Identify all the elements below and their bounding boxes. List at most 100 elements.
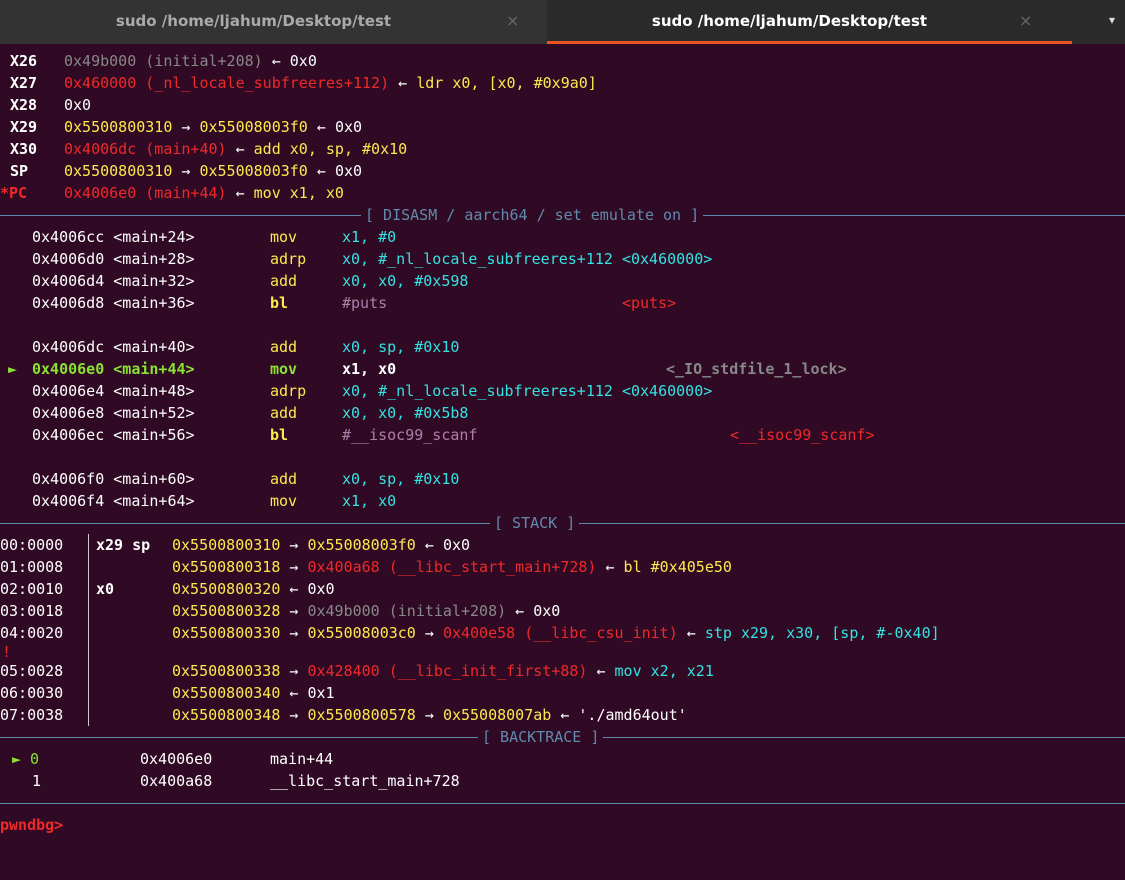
disasm-panel: 0x4006cc <main+24> mov x1, #0 0x4006d0 <mai…	[0, 226, 1125, 512]
disasm-separator: [ DISASM / aarch64 / set emulate on ]	[0, 204, 1125, 226]
instruction: add x0, sp, #0x10	[253, 140, 408, 158]
instruction-mnemonic: add	[270, 404, 298, 422]
instruction-row: 0x4006e4 <main+48> adrp x0, #_nl_locale_su…	[0, 380, 1125, 402]
tab-title: sudo /home/ljahum/Desktop/test	[651, 12, 928, 30]
arrow: →	[280, 706, 308, 724]
stack-offset: 02:0010	[0, 580, 64, 598]
backtrace-row: ► 0 0x4006e0 main+44	[0, 748, 1125, 770]
instruction-row: 0x4006dc <main+40> add x0, sp, #0x10	[0, 336, 1125, 358]
register-name: X27	[10, 74, 38, 92]
register-value: 0x4006dc (main+40) ← add x0, sp, #0x10	[64, 138, 407, 160]
instruction-address: 0x4006f0 <main+60>	[32, 470, 195, 488]
terminal-output[interactable]: X26 0x49b000 (initial+208) ← 0x0 X27 0x4…	[0, 44, 1125, 836]
line-wrap-fragment: !	[2, 643, 12, 661]
stack-row: 07:0038 0x5500800348 → 0x5500800578 → 0x5…	[0, 704, 1125, 726]
arrow: ←	[280, 684, 308, 702]
stack-offset: 04:0020	[0, 624, 64, 642]
chain-value: 0x400a68 (__libc_start_main+728)	[307, 558, 597, 576]
chain-value: 0x55008003c0	[307, 624, 416, 642]
value: 0x0	[334, 162, 363, 180]
instruction-address: 0x4006d4 <main+32>	[32, 272, 195, 290]
register-x30: X30 0x4006dc (main+40) ← add x0, sp, #0x…	[0, 138, 1125, 160]
stack-address: 0x5500800318	[172, 558, 281, 576]
instruction-row: 0x4006e8 <main+52> add x0, x0, #0x5b8	[0, 402, 1125, 424]
stack-value-chain: 0x5500800338 → 0x428400 (__libc_init_fir…	[172, 660, 714, 682]
register-x27: X27 0x460000 (_nl_locale_subfreeres+112)…	[0, 72, 1125, 94]
chain-value: 0x55008003f0	[307, 536, 416, 554]
instruction-address: 0x4006dc <main+40>	[32, 338, 195, 356]
instruction-address: 0x4006e0 <main+44>	[32, 360, 195, 378]
stack-value-chain: 0x5500800310 → 0x55008003f0 ← 0x0	[172, 534, 470, 556]
stack-address: 0x5500800348	[172, 706, 281, 724]
instruction-address: 0x4006e4 <main+48>	[32, 382, 195, 400]
chain-value: bl #0x405e50	[623, 558, 732, 576]
instruction-row: 0x4006f0 <main+60> add x0, sp, #0x10	[0, 468, 1125, 490]
stack-row: 00:0000 x29 sp 0x5500800310 → 0x55008003f0…	[0, 534, 1125, 556]
stack-address: 0x5500800338	[172, 662, 281, 680]
arrow: ←	[587, 662, 615, 680]
instruction-operands: x1, #0	[342, 228, 397, 246]
instruction-annotation: <__isoc99_scanf>	[730, 426, 875, 444]
arrow: →	[172, 162, 200, 180]
frame-marker: ► 0	[12, 750, 40, 768]
register-name: X28	[10, 96, 38, 114]
stack-value-chain: 0x5500800320 ← 0x0	[172, 578, 335, 600]
instruction-operands: x0, #_nl_locale_subfreeres+112 <0x460000…	[342, 250, 713, 268]
register-name: X30	[10, 140, 38, 158]
instruction-address: 0x4006f4 <main+64>	[32, 492, 195, 510]
chain-value: mov x2, x21	[614, 662, 714, 680]
frame-symbol: __libc_start_main+728	[270, 772, 460, 790]
tab-terminal-1[interactable]: sudo /home/ljahum/Desktop/test ×	[0, 0, 547, 44]
stack-address: 0x5500800330	[172, 624, 281, 642]
instruction-operands: x1, x0	[342, 492, 397, 510]
arrow: ←	[596, 558, 624, 576]
address: 0x55008003f0	[199, 118, 308, 136]
chain-value: 0x0	[533, 602, 561, 620]
current-pc-marker: ►	[8, 360, 18, 378]
instruction-mnemonic: mov	[270, 492, 298, 510]
section-title: [ DISASM / aarch64 / set emulate on ]	[361, 204, 704, 226]
frame-symbol: main+44	[270, 750, 334, 768]
arrow: →	[280, 624, 308, 642]
stack-row: 04:0020 0x5500800330 → 0x55008003c0 → 0x4…	[0, 622, 1125, 644]
instruction-annotation: <puts>	[622, 294, 677, 312]
instruction-mnemonic: bl	[270, 294, 289, 312]
address: 0x4006dc (main+40)	[64, 140, 227, 158]
stack-value-chain: 0x5500800328 → 0x49b000 (initial+208) ← …	[172, 600, 560, 622]
instruction-annotation: <_IO_stdfile_1_lock>	[666, 360, 847, 378]
register-name: X29	[10, 118, 38, 136]
address: 0x4006e0 (main+44)	[64, 184, 227, 202]
instruction-operands: x0, x0, #0x598	[342, 272, 469, 290]
register-x26: X26 0x49b000 (initial+208) ← 0x0	[0, 50, 1125, 72]
close-icon[interactable]: ×	[1019, 11, 1032, 30]
register-value: 0x4006e0 (main+44) ← mov x1, x0	[64, 182, 344, 204]
instruction-mnemonic: mov	[270, 360, 298, 378]
value: 0x0	[334, 118, 363, 136]
section-end-separator	[0, 792, 1125, 814]
arrow: ←	[506, 602, 534, 620]
close-icon[interactable]: ×	[506, 11, 519, 30]
instruction-operands: x1, x0	[342, 360, 397, 378]
stack-address: 0x5500800340	[172, 684, 281, 702]
tab-terminal-2[interactable]: sudo /home/ljahum/Desktop/test ×	[547, 0, 1072, 44]
instruction-mnemonic: adrp	[270, 250, 307, 268]
instruction-operands: x0, x0, #0x5b8	[342, 404, 469, 422]
address: 0x5500800310	[64, 118, 173, 136]
stack-separator: [ STACK ]	[0, 512, 1125, 534]
instruction-mnemonic: mov	[270, 228, 298, 246]
stack-offset: 01:0008	[0, 558, 64, 576]
instruction-mnemonic: bl	[270, 426, 289, 444]
instruction-operands: x0, sp, #0x10	[342, 470, 460, 488]
arrow: ←	[226, 184, 254, 202]
instruction-address: 0x4006d0 <main+28>	[32, 250, 195, 268]
section-title: [ STACK ]	[490, 512, 580, 534]
pwndbg-prompt[interactable]: pwndbg>	[0, 814, 1125, 836]
register-value: 0x5500800310 → 0x55008003f0 ← 0x0	[64, 116, 362, 138]
instruction: mov x1, x0	[253, 184, 344, 202]
register-name: X26	[10, 52, 38, 70]
stack-value-chain: 0x5500800318 → 0x400a68 (__libc_start_ma…	[172, 556, 732, 578]
chevron-down-icon[interactable]: ▾	[1109, 13, 1115, 27]
instruction-address: 0x4006ec <main+56>	[32, 426, 195, 444]
register-x29: X29 0x5500800310 → 0x55008003f0 ← 0x0	[0, 116, 1125, 138]
